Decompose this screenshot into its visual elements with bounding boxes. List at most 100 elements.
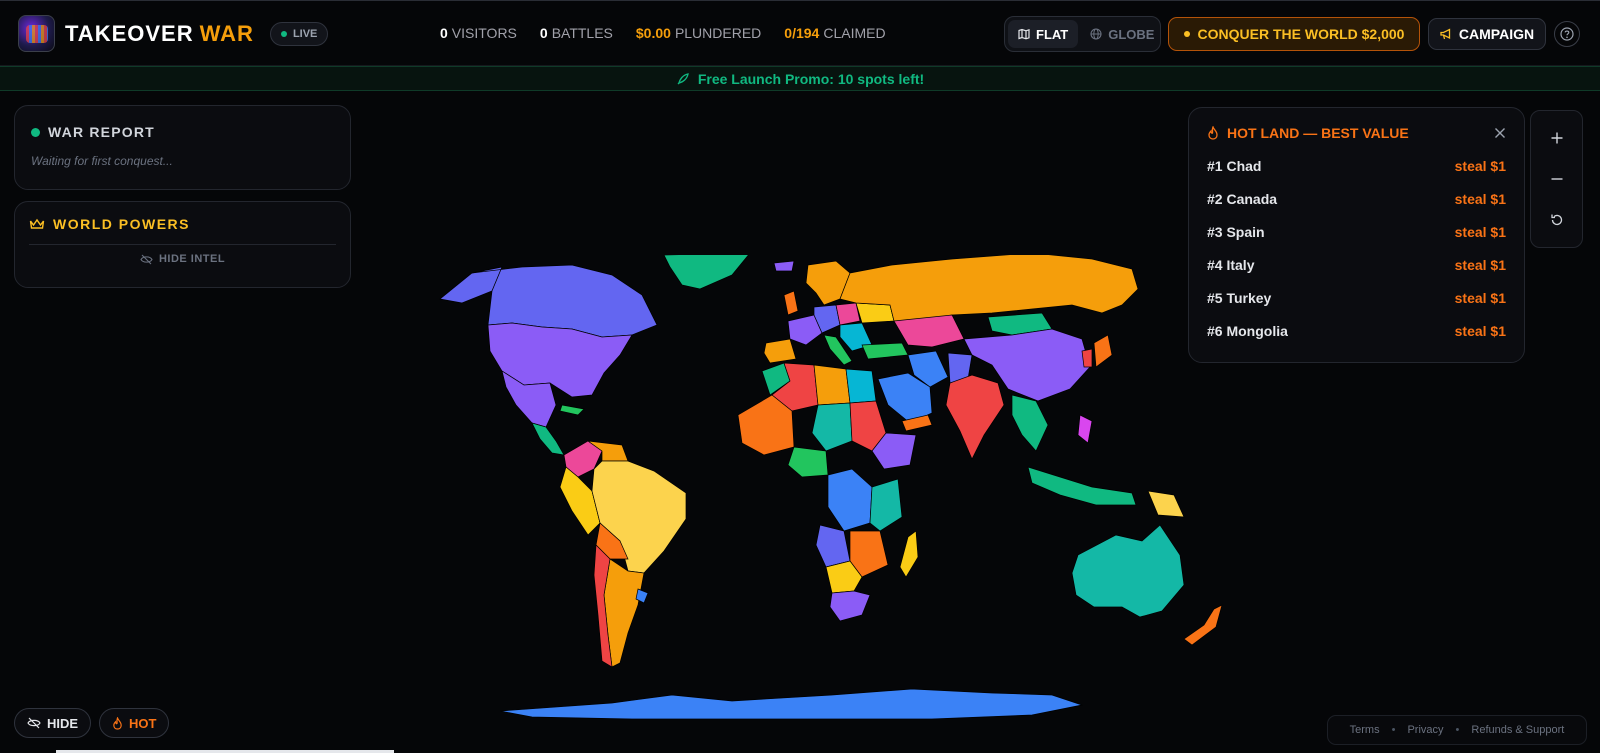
country-libya[interactable]: [813, 364, 851, 406]
zoom-controls: [1530, 110, 1583, 248]
refunds-link[interactable]: Refunds & Support: [1471, 724, 1564, 736]
list-item[interactable]: #4 Italy steal $1: [1207, 248, 1506, 281]
country-iceland[interactable]: [773, 260, 795, 272]
world-powers-panel: WORLD POWERS HIDE INTEL: [14, 201, 351, 288]
conquer-world-button[interactable]: CONQUER THE WORLD $2,000: [1168, 17, 1420, 51]
list-item[interactable]: #5 Turkey steal $1: [1207, 281, 1506, 314]
country-indonesia[interactable]: [1027, 466, 1137, 506]
country-philippines[interactable]: [1077, 414, 1093, 444]
hot-toggle-button[interactable]: HOT: [99, 708, 170, 738]
stat-plundered: $0.00 PLUNDERED: [635, 25, 762, 41]
terms-link[interactable]: Terms: [1350, 724, 1380, 736]
minus-icon: [1551, 178, 1562, 180]
brand-accent: WAR: [199, 20, 254, 46]
promo-text: Free Launch Promo: 10 spots left!: [697, 70, 925, 87]
plus-icon: [1551, 132, 1562, 144]
war-report-panel: WAR REPORT Waiting for first conquest...: [14, 105, 351, 190]
world-map[interactable]: [432, 255, 1242, 735]
privacy-link[interactable]: Privacy: [1407, 724, 1443, 736]
country-new-zealand[interactable]: [1183, 604, 1223, 646]
country-nigeria[interactable]: [787, 446, 829, 478]
country-angola[interactable]: [815, 524, 851, 568]
separator: •: [1455, 724, 1460, 736]
country-australia[interactable]: [1071, 524, 1185, 618]
war-report-title: WAR REPORT: [48, 124, 155, 140]
country-kenya-tanzania[interactable]: [869, 478, 903, 532]
country-madagascar[interactable]: [899, 530, 919, 578]
live-dot-icon: [280, 30, 287, 37]
country-japan[interactable]: [1093, 334, 1113, 368]
crown-icon: [29, 218, 45, 229]
logo-icon: [18, 15, 55, 52]
country-greenland[interactable]: [663, 255, 750, 290]
map-icon: [1018, 28, 1030, 40]
war-report-header: WAR REPORT: [31, 124, 334, 140]
rocket-icon: [677, 72, 689, 84]
reset-icon: [1550, 214, 1562, 226]
war-report-empty: Waiting for first conquest...: [31, 154, 173, 168]
country-uk[interactable]: [783, 290, 799, 316]
country-southeast-asia[interactable]: [1011, 394, 1049, 452]
world-powers-title: WORLD POWERS: [53, 216, 190, 232]
campaign-button[interactable]: CAMPAIGN: [1428, 18, 1546, 50]
stats-bar: 0 VISITORS 0 BATTLES $0.00 PLUNDERED 0/194 C…: [440, 25, 886, 41]
zoom-out-button[interactable]: [1540, 162, 1574, 196]
country-central-america[interactable]: [531, 422, 565, 456]
country-kazakhstan[interactable]: [893, 314, 965, 348]
coin-dot-icon: [1183, 31, 1190, 37]
promo-banner[interactable]: Free Launch Promo: 10 spots left!: [0, 66, 1600, 91]
divider: [29, 244, 336, 245]
live-label: LIVE: [292, 27, 318, 40]
view-globe-button[interactable]: GLOBE: [1080, 20, 1164, 48]
world-map-svg[interactable]: [432, 255, 1242, 735]
zoom-in-button[interactable]: [1540, 121, 1574, 155]
view-toggle: FLAT GLOBE: [1004, 16, 1161, 52]
stat-visitors: 0 VISITORS: [440, 25, 517, 41]
eye-off-icon: [140, 254, 153, 264]
country-south-africa[interactable]: [829, 590, 871, 622]
world-powers-header: WORLD POWERS: [29, 216, 336, 232]
hide-panels-button[interactable]: HIDE: [14, 708, 92, 738]
top-bar: TAKEOVER WAR LIVE 0 VISITORS 0 BATTLES $0.0…: [0, 0, 1600, 66]
country-turkey[interactable]: [861, 342, 909, 360]
country-spain[interactable]: [763, 338, 797, 364]
brand-title: TAKEOVER WAR: [65, 21, 254, 47]
country-antarctica[interactable]: [499, 688, 1084, 720]
reset-view-button[interactable]: [1540, 203, 1574, 237]
list-item[interactable]: #6 Mongolia steal $1: [1207, 314, 1506, 347]
stat-claimed: 0/194 CLAIMED: [784, 25, 886, 41]
brand[interactable]: TAKEOVER WAR LIVE: [18, 15, 329, 52]
globe-icon: [1090, 28, 1102, 40]
status-dot-icon: [31, 127, 40, 137]
country-papua[interactable]: [1147, 490, 1185, 518]
list-item[interactable]: #3 Spain steal $1: [1207, 215, 1506, 248]
country-korea[interactable]: [1081, 348, 1093, 368]
brand-name: TAKEOVER: [65, 20, 194, 46]
help-button[interactable]: [1554, 21, 1580, 47]
hot-land-title: HOT LAND — BEST VALUE: [1207, 125, 1409, 141]
hot-land-header: HOT LAND — BEST VALUE: [1207, 125, 1506, 141]
list-item[interactable]: #2 Canada steal $1: [1207, 182, 1506, 215]
flame-icon: [1208, 126, 1218, 140]
stat-battles: 0 BATTLES: [539, 25, 613, 41]
megaphone-icon: [1440, 28, 1451, 40]
live-badge: LIVE: [269, 21, 329, 46]
country-drc[interactable]: [827, 468, 873, 532]
country-chad[interactable]: [811, 402, 853, 452]
country-cuba[interactable]: [559, 404, 585, 416]
flame-icon: [113, 716, 122, 730]
question-icon: [1560, 27, 1574, 41]
country-egypt[interactable]: [845, 368, 877, 404]
hide-intel-button[interactable]: HIDE INTEL: [29, 253, 336, 265]
country-poland[interactable]: [835, 302, 861, 326]
app-root: TAKEOVER WAR LIVE 0 VISITORS 0 BATTLES $0.0…: [0, 0, 1600, 753]
close-icon[interactable]: [1494, 127, 1506, 139]
list-item[interactable]: #1 Chad steal $1: [1207, 149, 1506, 182]
country-ukraine[interactable]: [855, 302, 895, 324]
country-india[interactable]: [945, 374, 1005, 460]
hot-land-list: #1 Chad steal $1 #2 Canada steal $1 #3 Spa…: [1207, 149, 1506, 347]
eye-off-icon: [27, 717, 41, 729]
view-flat-button[interactable]: FLAT: [1008, 20, 1079, 48]
footer-links: Terms • Privacy • Refunds & Support: [1327, 715, 1587, 745]
separator: •: [1391, 724, 1396, 736]
